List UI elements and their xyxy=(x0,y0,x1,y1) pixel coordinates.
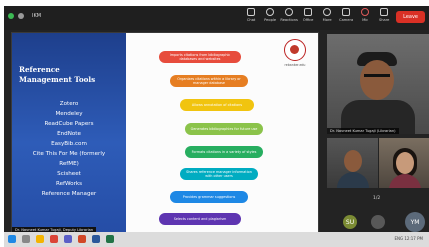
tool-item: ReadCube Papers xyxy=(44,121,94,127)
start-icon[interactable] xyxy=(8,235,16,243)
teams-meeting-window: IKM Chat People Reactions Office More Ca… xyxy=(4,6,429,234)
participant-video[interactable] xyxy=(327,138,378,188)
word-icon[interactable] xyxy=(92,235,100,243)
tool-item: Mendeley xyxy=(55,111,83,117)
share-icon xyxy=(380,8,389,16)
participant-video-main[interactable]: Dr. Navneet Kumar Tugaji (Librarian) xyxy=(327,34,429,134)
powerpoint-icon[interactable] xyxy=(78,235,86,243)
people-button[interactable]: People xyxy=(263,8,277,22)
windows-taskbar: ENG 12:17 PM xyxy=(4,232,429,247)
feature-pill: Formats citations in a variety of styles xyxy=(185,146,263,158)
tool-item: EndNote xyxy=(57,131,81,137)
tool-item: RefWorks xyxy=(55,181,83,187)
avatar[interactable]: YM xyxy=(405,212,425,232)
screenshot-frame: IKM Chat People Reactions Office More Ca… xyxy=(0,0,429,247)
mic-icon xyxy=(361,8,370,16)
feature-pill: Generates bibliographies for future use xyxy=(185,123,263,135)
feature-pill: Selects content and plagiarism xyxy=(159,213,241,225)
participants-pager[interactable]: 1/2 xyxy=(373,196,380,201)
toolbar-left: IKM xyxy=(8,13,41,19)
tool-item: Zotero xyxy=(59,101,79,107)
chat-button[interactable]: Chat xyxy=(244,8,258,22)
university-logo xyxy=(284,39,306,61)
shared-slide: Reference Management Tools Zotero Mendel… xyxy=(11,32,319,234)
office-icon xyxy=(304,8,313,16)
tool-item: Scisheet xyxy=(57,171,81,177)
feature-pill: Allows annotation of citations xyxy=(180,99,254,111)
feature-pill: Provides grammar suggestions xyxy=(170,191,248,203)
chat-icon xyxy=(247,8,256,16)
office-button[interactable]: Office xyxy=(301,8,315,22)
teams-icon[interactable] xyxy=(64,235,72,243)
participants-panel: Dr. Navneet Kumar Tugaji (Librarian) 1/2… xyxy=(327,34,429,234)
camera-icon xyxy=(342,8,351,16)
participant-face xyxy=(360,60,394,100)
tool-item: EasyBib.com xyxy=(51,141,87,147)
timer-icon xyxy=(18,13,24,19)
participant-name-label: Dr. Navneet Kumar Tugaji (Librarian) xyxy=(327,128,399,134)
excel-icon[interactable] xyxy=(106,235,114,243)
avatar[interactable]: SU xyxy=(343,215,357,229)
browser-icon[interactable] xyxy=(50,235,58,243)
tool-item: RefME) xyxy=(59,161,79,167)
tool-item: Cite This For Me (formerly xyxy=(32,151,106,157)
feature-pill: Shares reference manager information wit… xyxy=(180,168,258,180)
logo-caption: rebanker.edu xyxy=(284,63,306,67)
more-icon xyxy=(323,8,332,16)
meeting-title: IKM xyxy=(32,13,42,19)
feature-pill: Imports citations from bibliographic dat… xyxy=(159,51,241,63)
people-icon xyxy=(266,8,275,16)
slide-title-panel: Reference Management Tools Zotero Mendel… xyxy=(12,33,126,233)
reactions-button[interactable]: Reactions xyxy=(280,8,298,22)
tools-list: Zotero Mendeley ReadCube Papers EndNote … xyxy=(12,99,126,199)
folder-icon[interactable] xyxy=(36,235,44,243)
leave-button[interactable]: Leave xyxy=(396,11,425,23)
shield-icon xyxy=(8,13,14,19)
mic-button[interactable]: Mic xyxy=(358,8,372,22)
avatar[interactable] xyxy=(371,215,385,229)
system-tray: ENG 12:17 PM xyxy=(394,236,423,241)
participant-video[interactable] xyxy=(379,138,429,188)
tool-item: Reference Manager xyxy=(41,191,97,197)
share-button[interactable]: Share xyxy=(377,8,391,22)
feature-pill: Organizes citations within a library or … xyxy=(170,75,248,87)
search-icon[interactable] xyxy=(22,235,30,243)
meeting-toolbar: IKM Chat People Reactions Office More Ca… xyxy=(4,6,429,30)
slide-title-line2: Management Tools xyxy=(19,75,96,84)
toolbar-right: Chat People Reactions Office More Camera… xyxy=(244,8,425,23)
slide-title: Reference Management Tools xyxy=(19,65,95,85)
slide-title-line1: Reference xyxy=(19,65,60,74)
reactions-icon xyxy=(285,8,294,16)
camera-button[interactable]: Camera xyxy=(339,8,353,22)
more-button[interactable]: More xyxy=(320,8,334,22)
